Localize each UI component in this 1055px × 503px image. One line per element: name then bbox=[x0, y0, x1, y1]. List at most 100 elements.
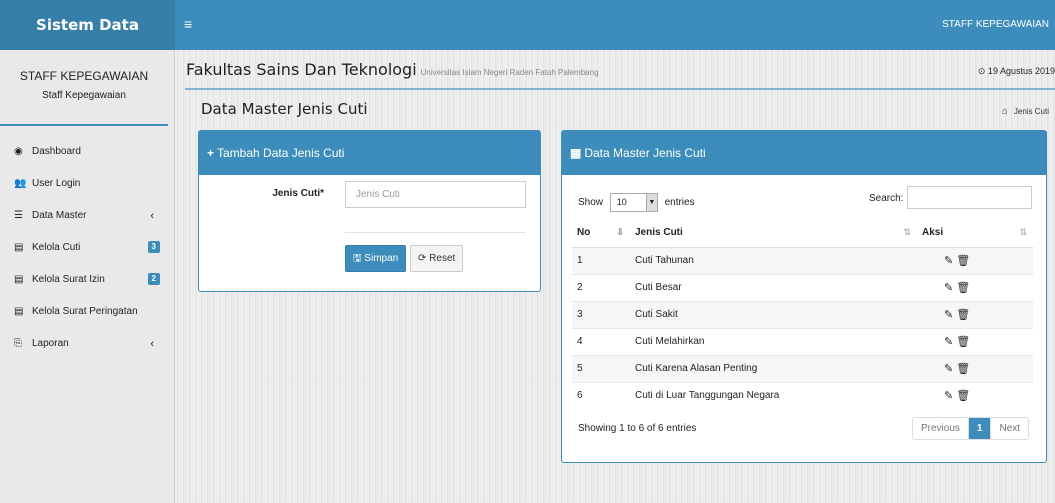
table-icon: ▦ bbox=[570, 146, 582, 160]
trash-icon[interactable]: 🗑 bbox=[956, 336, 970, 348]
cell-aksi: ✎ 🗑 bbox=[917, 246, 1033, 274]
entries-select-value: 10 bbox=[616, 197, 627, 207]
jenis-cuti-label: Jenis Cuti* bbox=[272, 188, 324, 199]
folder-icon: ▤ bbox=[14, 306, 24, 317]
user-panel: STAFF KEPEGAWAIAN Staff Kepegawaian bbox=[0, 50, 168, 126]
cell-no: 3 bbox=[572, 300, 630, 328]
plus-icon: + bbox=[207, 146, 215, 160]
page-header: Fakultas Sains Dan Teknologi Universitas … bbox=[186, 60, 599, 79]
edit-icon[interactable]: ✎ bbox=[944, 255, 953, 267]
sidebar-item-kelola-cuti[interactable]: ▤ Kelola Cuti 3 bbox=[0, 232, 174, 264]
breadcrumb-current: Jenis Cuti bbox=[1013, 107, 1049, 116]
sidebar-item-label: Data Master bbox=[32, 210, 87, 221]
table-row: 4 Cuti Melahirkan ✎ 🗑 bbox=[572, 327, 1033, 355]
sort-asc-icon: ⇩ bbox=[616, 227, 624, 237]
form-divider bbox=[345, 232, 526, 233]
date-display: ⊙ 19 Agustus 2019 bbox=[977, 66, 1055, 76]
column-label: Aksi bbox=[922, 227, 944, 239]
dashboard-icon: ◉ bbox=[14, 146, 23, 157]
trash-icon[interactable]: 🗑 bbox=[956, 282, 970, 294]
chevron-left-icon: ‹ bbox=[150, 338, 154, 350]
sidebar-item-kelola-surat-peringatan[interactable]: ▤ Kelola Surat Peringatan bbox=[0, 296, 174, 328]
add-jenis-cuti-panel: +Tambah Data Jenis Cuti Jenis Cuti* 🖫 Si… bbox=[198, 130, 541, 292]
jenis-cuti-table-panel: ▦ Data Master Jenis Cuti Show 10 ▼ entries… bbox=[561, 130, 1047, 463]
cell-jenis-cuti: Cuti Karena Alasan Penting bbox=[630, 354, 917, 382]
list-icon: ☰ bbox=[14, 210, 23, 221]
chevron-left-icon: ‹ bbox=[150, 210, 154, 222]
entries-length-control: Show 10 ▼ entries bbox=[578, 193, 695, 212]
sidebar-menu: ◉ Dashboard 👥 User Login ☰ Data Master ‹ ▤ K… bbox=[0, 136, 174, 360]
entries-label: entries bbox=[664, 197, 695, 209]
column-label: No bbox=[577, 227, 591, 239]
sidebar-item-kelola-surat-izin[interactable]: ▤ Kelola Surat Izin 2 bbox=[0, 264, 174, 296]
column-header-aksi[interactable]: Aksi ⇅ bbox=[917, 219, 1033, 248]
sidebar-item-label: Kelola Cuti bbox=[32, 242, 81, 253]
table-row: 5 Cuti Karena Alasan Penting ✎ 🗑 bbox=[572, 354, 1033, 382]
search-label: Search: bbox=[869, 193, 904, 204]
table-info: Showing 1 to 6 of 6 entries bbox=[578, 423, 697, 434]
save-button[interactable]: 🖫 Simpan bbox=[345, 245, 407, 272]
sidebar-item-label: Dashboard bbox=[32, 146, 81, 157]
jenis-cuti-input[interactable] bbox=[345, 181, 526, 208]
cell-jenis-cuti: Cuti Tahunan bbox=[630, 246, 917, 274]
users-icon: 👥 bbox=[14, 178, 27, 189]
cell-aksi: ✎ 🗑 bbox=[917, 381, 1033, 409]
trash-icon[interactable]: 🗑 bbox=[956, 363, 970, 375]
cell-jenis-cuti: Cuti Melahirkan bbox=[630, 327, 917, 355]
previous-button[interactable]: Previous bbox=[913, 418, 969, 439]
sidebar-item-label: Kelola Surat Izin bbox=[32, 274, 105, 285]
page-1-button[interactable]: 1 bbox=[968, 418, 992, 439]
menu-toggle-icon[interactable]: ≡ bbox=[184, 16, 192, 32]
page-title: Fakultas Sains Dan Teknologi bbox=[186, 60, 417, 79]
sort-icon: ⇅ bbox=[1019, 227, 1027, 237]
count-badge: 3 bbox=[147, 241, 160, 253]
edit-icon[interactable]: ✎ bbox=[944, 309, 953, 321]
sidebar: STAFF KEPEGAWAIAN Staff Kepegawaian ◉ Das… bbox=[0, 50, 175, 503]
next-button[interactable]: Next bbox=[991, 418, 1029, 439]
panel-title: Tambah Data Jenis Cuti bbox=[217, 146, 345, 160]
panel-title: Data Master Jenis Cuti bbox=[584, 146, 706, 160]
home-icon[interactable]: ⌂ bbox=[1002, 106, 1008, 117]
sidebar-item-laporan[interactable]: ⎘ Laporan ‹ bbox=[0, 328, 174, 360]
app-brand[interactable]: Sistem Data Pegawai bbox=[0, 0, 175, 84]
sort-icon: ⇅ bbox=[903, 227, 911, 237]
pagination: Previous 1 Next bbox=[912, 417, 1030, 440]
sidebar-item-dashboard[interactable]: ◉ Dashboard bbox=[0, 136, 174, 168]
show-label: Show bbox=[578, 197, 604, 209]
trash-icon[interactable]: 🗑 bbox=[956, 309, 970, 321]
sidebar-item-label: User Login bbox=[32, 178, 81, 189]
breadcrumb: ⌂ Jenis Cuti bbox=[1002, 106, 1049, 117]
cell-no: 1 bbox=[572, 246, 630, 274]
column-label: Jenis Cuti bbox=[635, 227, 683, 239]
count-badge: 2 bbox=[147, 273, 160, 285]
user-panel-title: STAFF KEPEGAWAIAN bbox=[19, 69, 149, 83]
panel-header: ▦ Data Master Jenis Cuti bbox=[562, 131, 1046, 175]
cell-aksi: ✎ 🗑 bbox=[917, 273, 1033, 301]
edit-icon[interactable]: ✎ bbox=[944, 336, 953, 348]
page-subtitle: Universitas Islam Negeri Raden Fatah Pal… bbox=[420, 68, 599, 77]
cell-jenis-cuti: Cuti Besar bbox=[630, 273, 917, 301]
edit-icon[interactable]: ✎ bbox=[944, 390, 953, 402]
edit-icon[interactable]: ✎ bbox=[944, 282, 953, 294]
cell-jenis-cuti: Cuti di Luar Tanggungan Negara bbox=[630, 381, 917, 409]
trash-icon[interactable]: 🗑 bbox=[956, 390, 970, 402]
table-header-row: No ⇩ Jenis Cuti ⇅ Aksi ⇅ bbox=[572, 219, 1033, 248]
panel-header: + Tambah Data Jenis Cuti bbox=[199, 131, 540, 175]
edit-icon[interactable]: ✎ bbox=[944, 363, 953, 375]
column-header-no[interactable]: No ⇩ bbox=[572, 219, 630, 248]
sidebar-item-user-login[interactable]: 👥 User Login bbox=[0, 168, 174, 200]
section-title: Data Master Jenis Cuti bbox=[201, 100, 368, 118]
cell-jenis-cuti: Cuti Sakit bbox=[630, 300, 917, 328]
trash-icon[interactable]: 🗑 bbox=[956, 255, 970, 267]
table-row: 1 Cuti Tahunan ✎ 🗑 bbox=[572, 246, 1033, 274]
user-menu[interactable]: STAFF KEPEGAWAIAN bbox=[942, 0, 1049, 50]
jenis-cuti-table: No ⇩ Jenis Cuti ⇅ Aksi ⇅ 1 Cuti Tahunan ✎ 🗑 … bbox=[572, 219, 1033, 409]
cell-no: 6 bbox=[572, 381, 630, 409]
entries-select[interactable]: 10 ▼ bbox=[609, 193, 658, 212]
column-header-jenis-cuti[interactable]: Jenis Cuti ⇅ bbox=[630, 219, 917, 248]
folder-icon: ▤ bbox=[14, 242, 24, 253]
search-input[interactable] bbox=[907, 186, 1032, 209]
reset-button[interactable]: ⟳ Reset bbox=[410, 245, 464, 272]
sidebar-item-data-master[interactable]: ☰ Data Master ‹ bbox=[0, 200, 174, 232]
sidebar-item-label: Laporan bbox=[32, 338, 69, 349]
